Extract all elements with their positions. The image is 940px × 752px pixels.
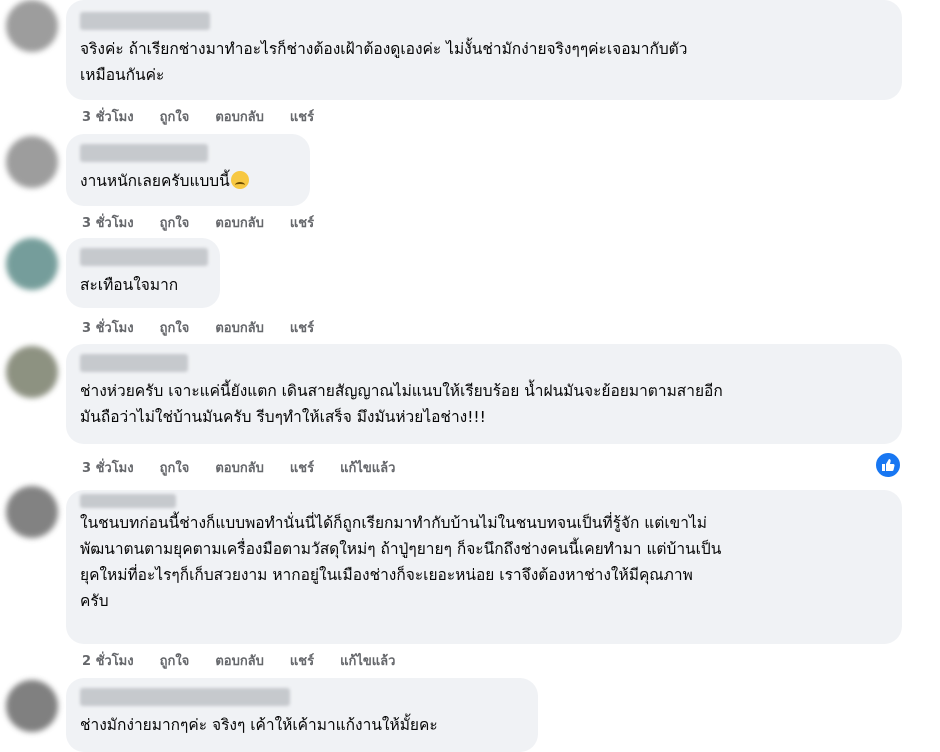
comment-text: จริงค่ะ ถ้าเรียกช่างมาทำอะไรก็ช่างต้องเฝ… <box>80 40 688 84</box>
like-button[interactable]: ถูกใจ <box>160 212 190 233</box>
timestamp[interactable]: 3 ชั่วโมง <box>82 457 134 478</box>
comment-bubble: งานหนักเลยครับแบบนี้ <box>66 134 310 206</box>
comment-bubble: ในชนบทก่อนนี้ช่างก็แบบพอทำนั่นนี่ได้ก็ถู… <box>66 490 902 644</box>
edited-label[interactable]: แก้ไขแล้ว <box>340 650 395 671</box>
avatar[interactable] <box>6 136 58 188</box>
commenter-name-redacted[interactable] <box>80 144 208 162</box>
comment-bubble: ช่างห่วยครับ เจาะแค่นี้ยังแตก เดินสายสัญ… <box>66 344 902 444</box>
comment-actions: 2 ชั่วโมง ถูกใจ ตอบกลับ แชร์ แก้ไขแล้ว <box>82 650 395 671</box>
like-button[interactable]: ถูกใจ <box>160 650 190 671</box>
comment-text: งานหนักเลยครับแบบนี้ <box>80 168 296 194</box>
reply-button[interactable]: ตอบกลับ <box>215 457 264 478</box>
reaction-like-badge[interactable] <box>874 451 902 479</box>
comment-text: ช่างห่วยครับ เจาะแค่นี้ยังแตก เดินสายสัญ… <box>80 382 723 426</box>
timestamp[interactable]: 2 ชั่วโมง <box>82 650 134 671</box>
timestamp[interactable]: 3 ชั่วโมง <box>82 106 134 127</box>
reply-button[interactable]: ตอบกลับ <box>215 212 264 233</box>
comment-text: ช่างมักง่ายมากๆค่ะ จริงๆ เค้าให้เค้ามาแก… <box>80 716 438 734</box>
commenter-name-redacted[interactable] <box>80 354 188 372</box>
like-button[interactable]: ถูกใจ <box>160 457 190 478</box>
commenter-name-redacted[interactable] <box>80 494 176 508</box>
share-button[interactable]: แชร์ <box>290 650 314 671</box>
share-button[interactable]: แชร์ <box>290 212 314 233</box>
comment-bubble: ช่างมักง่ายมากๆค่ะ จริงๆ เค้าให้เค้ามาแก… <box>66 678 538 752</box>
timestamp[interactable]: 3 ชั่วโมง <box>82 317 134 338</box>
avatar[interactable] <box>6 238 58 290</box>
like-button[interactable]: ถูกใจ <box>160 106 190 127</box>
reply-button[interactable]: ตอบกลับ <box>215 106 264 127</box>
comment-bubble: จริงค่ะ ถ้าเรียกช่างมาทำอะไรก็ช่างต้องเฝ… <box>66 0 902 100</box>
commenter-name-redacted[interactable] <box>80 688 290 706</box>
share-button[interactable]: แชร์ <box>290 317 314 338</box>
share-button[interactable]: แชร์ <box>290 457 314 478</box>
comment-text: สะเทือนใจมาก <box>80 276 179 294</box>
commenter-name-redacted[interactable] <box>80 12 210 30</box>
edited-label[interactable]: แก้ไขแล้ว <box>340 457 395 478</box>
sad-face-emoji-icon <box>230 171 249 189</box>
comment-text: ในชนบทก่อนนี้ช่างก็แบบพอทำนั่นนี่ได้ก็ถู… <box>80 514 722 610</box>
reply-button[interactable]: ตอบกลับ <box>215 317 264 338</box>
reply-button[interactable]: ตอบกลับ <box>215 650 264 671</box>
comment-bubble: สะเทือนใจมาก <box>66 238 220 308</box>
avatar[interactable] <box>6 0 58 52</box>
timestamp[interactable]: 3 ชั่วโมง <box>82 212 134 233</box>
like-button[interactable]: ถูกใจ <box>160 317 190 338</box>
avatar[interactable] <box>6 680 58 732</box>
comment-actions: 3 ชั่วโมง ถูกใจ ตอบกลับ แชร์ <box>82 317 314 338</box>
comment-actions: 3 ชั่วโมง ถูกใจ ตอบกลับ แชร์ แก้ไขแล้ว <box>82 457 395 478</box>
comment-actions: 3 ชั่วโมง ถูกใจ ตอบกลับ แชร์ <box>82 212 314 233</box>
comment-actions: 3 ชั่วโมง ถูกใจ ตอบกลับ แชร์ <box>82 106 314 127</box>
avatar[interactable] <box>6 486 58 538</box>
avatar[interactable] <box>6 346 58 398</box>
share-button[interactable]: แชร์ <box>290 106 314 127</box>
commenter-name-redacted[interactable] <box>80 248 208 266</box>
like-icon <box>882 459 895 471</box>
